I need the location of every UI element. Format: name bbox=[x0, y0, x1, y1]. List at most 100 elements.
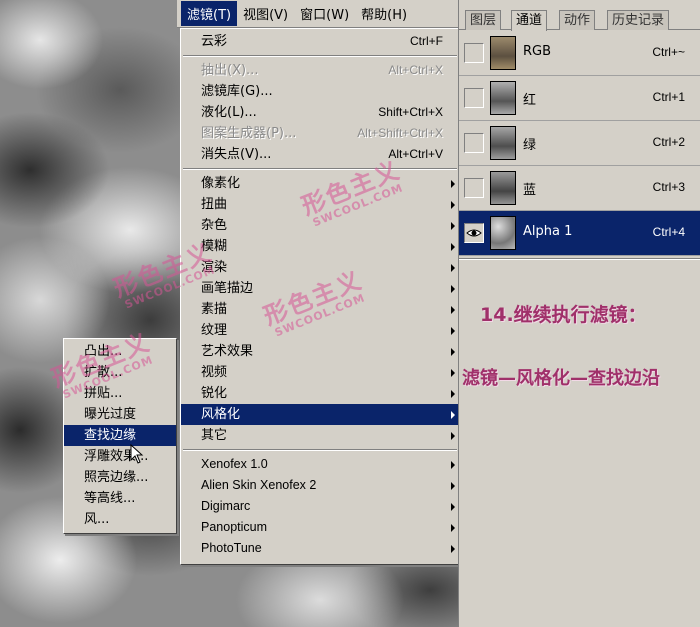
channel-thumbnail bbox=[490, 36, 516, 70]
menu-item-pixelate[interactable]: 像素化 bbox=[181, 173, 459, 194]
menu-item-trace-contour[interactable]: 等高线... bbox=[64, 488, 176, 509]
submenu-arrow-icon bbox=[451, 369, 455, 377]
channel-row-rgb[interactable]: RGB Ctrl+~ bbox=[459, 31, 700, 76]
menu-item-glowing-edges[interactable]: 照亮边缘... bbox=[64, 467, 176, 488]
menu-item-blur[interactable]: 模糊 bbox=[181, 236, 459, 257]
menu-item-stylize[interactable]: 风格化 bbox=[181, 404, 459, 425]
menu-item-shortcut: Ctrl+F bbox=[410, 34, 443, 48]
menu-item-sketch[interactable]: 素描 bbox=[181, 299, 459, 320]
menu-item-xenofex-2[interactable]: Alien Skin Xenofex 2 bbox=[181, 475, 459, 496]
menu-item-label: Digimarc bbox=[201, 499, 251, 513]
menu-item-artistic[interactable]: 艺术效果 bbox=[181, 341, 459, 362]
channel-name: 红 bbox=[523, 93, 537, 108]
submenu-arrow-icon bbox=[451, 180, 455, 188]
menu-item-solarize[interactable]: 曝光过度 bbox=[64, 404, 176, 425]
menu-item-texture[interactable]: 纹理 bbox=[181, 320, 459, 341]
menu-item-shortcut: Alt+Shift+Ctrl+X bbox=[357, 126, 443, 140]
menu-item-label: 风格化 bbox=[201, 407, 241, 422]
channel-thumbnail bbox=[490, 216, 516, 250]
eye-icon bbox=[466, 229, 482, 237]
menu-item-label: 扭曲 bbox=[201, 197, 228, 212]
channel-row-blue[interactable]: 蓝 Ctrl+3 bbox=[459, 166, 700, 211]
menu-item-label: 纹理 bbox=[201, 323, 228, 338]
menu-separator bbox=[181, 446, 459, 454]
channel-thumbnail bbox=[490, 171, 516, 205]
menu-item-wind[interactable]: 风... bbox=[64, 509, 176, 530]
channel-name: 绿 bbox=[523, 138, 537, 153]
menu-item-distort[interactable]: 扭曲 bbox=[181, 194, 459, 215]
submenu-arrow-icon bbox=[451, 432, 455, 440]
submenu-arrow-icon bbox=[451, 482, 455, 490]
visibility-toggle[interactable] bbox=[464, 88, 484, 108]
channel-row-red[interactable]: 红 Ctrl+1 bbox=[459, 76, 700, 121]
menu-item-brush-strokes[interactable]: 画笔描边 bbox=[181, 278, 459, 299]
menu-item-label: 像素化 bbox=[201, 176, 241, 191]
filter-menu: 云彩 Ctrl+F 抽出(X)... Alt+Ctrl+X 滤镜库(G)... … bbox=[180, 28, 460, 565]
channel-row-green[interactable]: 绿 Ctrl+2 bbox=[459, 121, 700, 166]
submenu-arrow-icon bbox=[451, 306, 455, 314]
visibility-toggle[interactable] bbox=[464, 133, 484, 153]
tutorial-step-path: 滤镜—风格化—查找边沿 bbox=[462, 368, 660, 389]
menu-item-shortcut: Alt+Ctrl+X bbox=[388, 63, 443, 77]
visibility-toggle[interactable] bbox=[464, 178, 484, 198]
menu-item-find-edges[interactable]: 查找边缘 bbox=[64, 425, 176, 446]
channel-row-alpha-1[interactable]: Alpha 1 Ctrl+4 bbox=[459, 211, 700, 256]
tab-channels[interactable]: 通道 bbox=[511, 10, 548, 31]
menu-item-video[interactable]: 视频 bbox=[181, 362, 459, 383]
menu-item-shortcut: Shift+Ctrl+X bbox=[378, 105, 443, 119]
menu-item-tiles[interactable]: 拼贴... bbox=[64, 383, 176, 404]
menu-item-phototune[interactable]: PhotoTune bbox=[181, 538, 459, 559]
submenu-arrow-icon bbox=[451, 545, 455, 553]
menu-item-label: Alien Skin Xenofex 2 bbox=[201, 478, 317, 492]
menu-item-liquify[interactable]: 液化(L)... Shift+Ctrl+X bbox=[181, 102, 459, 123]
menu-item-last-filter[interactable]: 云彩 Ctrl+F bbox=[181, 31, 459, 52]
submenu-arrow-icon bbox=[451, 327, 455, 335]
menu-item-label: 艺术效果 bbox=[201, 344, 254, 359]
menu-item-other[interactable]: 其它 bbox=[181, 425, 459, 446]
menu-view[interactable]: 视图(V) bbox=[237, 1, 294, 26]
menu-bar: 滤镜(T) 视图(V) 窗口(W) 帮助(H) bbox=[177, 0, 460, 28]
menu-item-sharpen[interactable]: 锐化 bbox=[181, 383, 459, 404]
visibility-toggle[interactable] bbox=[464, 43, 484, 63]
menu-item-label: 杂色 bbox=[201, 218, 228, 233]
submenu-arrow-icon bbox=[451, 201, 455, 209]
tutorial-step-title: 14.继续执行滤镜： bbox=[480, 304, 647, 326]
channel-shortcut: Ctrl+1 bbox=[652, 90, 685, 104]
menu-item-render[interactable]: 渲染 bbox=[181, 257, 459, 278]
menu-item-extrude[interactable]: 凸出... bbox=[64, 341, 176, 362]
channel-name: 蓝 bbox=[523, 183, 537, 198]
menu-item-vanishing-point[interactable]: 消失点(V)... Alt+Ctrl+V bbox=[181, 144, 459, 165]
menu-item-noise[interactable]: 杂色 bbox=[181, 215, 459, 236]
menu-item-label: 滤镜库(G)... bbox=[201, 84, 273, 99]
menu-item-xenofex-1[interactable]: Xenofex 1.0 bbox=[181, 454, 459, 475]
channel-shortcut: Ctrl+4 bbox=[652, 225, 685, 239]
menu-help[interactable]: 帮助(H) bbox=[355, 1, 413, 26]
menu-item-label: 画笔描边 bbox=[201, 281, 254, 296]
menu-item-label: 消失点(V)... bbox=[201, 147, 272, 162]
menu-item-shortcut: Alt+Ctrl+V bbox=[388, 147, 443, 161]
submenu-arrow-icon bbox=[451, 222, 455, 230]
menu-item-filter-gallery[interactable]: 滤镜库(G)... bbox=[181, 81, 459, 102]
menu-item-emboss[interactable]: 浮雕效果... bbox=[64, 446, 176, 467]
menu-item-digimarc[interactable]: Digimarc bbox=[181, 496, 459, 517]
menu-item-diffuse[interactable]: 扩散... bbox=[64, 362, 176, 383]
menu-item-pattern-maker: 图案生成器(P)... Alt+Shift+Ctrl+X bbox=[181, 123, 459, 144]
visibility-toggle[interactable] bbox=[464, 223, 484, 243]
menu-filter[interactable]: 滤镜(T) bbox=[181, 1, 238, 26]
submenu-arrow-icon bbox=[451, 264, 455, 272]
channel-shortcut: Ctrl+~ bbox=[652, 45, 685, 59]
tab-history[interactable]: 历史记录 bbox=[607, 10, 670, 30]
menu-item-label: Xenofex 1.0 bbox=[201, 457, 268, 471]
stylize-submenu: 凸出... 扩散... 拼贴... 曝光过度 查找边缘 浮雕效果... 照亮边缘… bbox=[63, 338, 177, 534]
tab-layers[interactable]: 图层 bbox=[465, 10, 502, 30]
menu-item-label: 锐化 bbox=[201, 386, 228, 401]
tab-actions[interactable]: 动作 bbox=[559, 10, 596, 30]
menu-item-label: 视频 bbox=[201, 365, 228, 380]
submenu-arrow-icon bbox=[451, 411, 455, 419]
menu-item-panopticum[interactable]: Panopticum bbox=[181, 517, 459, 538]
menu-window[interactable]: 窗口(W) bbox=[294, 1, 355, 26]
submenu-arrow-icon bbox=[451, 285, 455, 293]
panel-divider bbox=[459, 258, 700, 260]
menu-item-label: 其它 bbox=[201, 428, 228, 443]
channel-name: Alpha 1 bbox=[523, 224, 573, 239]
